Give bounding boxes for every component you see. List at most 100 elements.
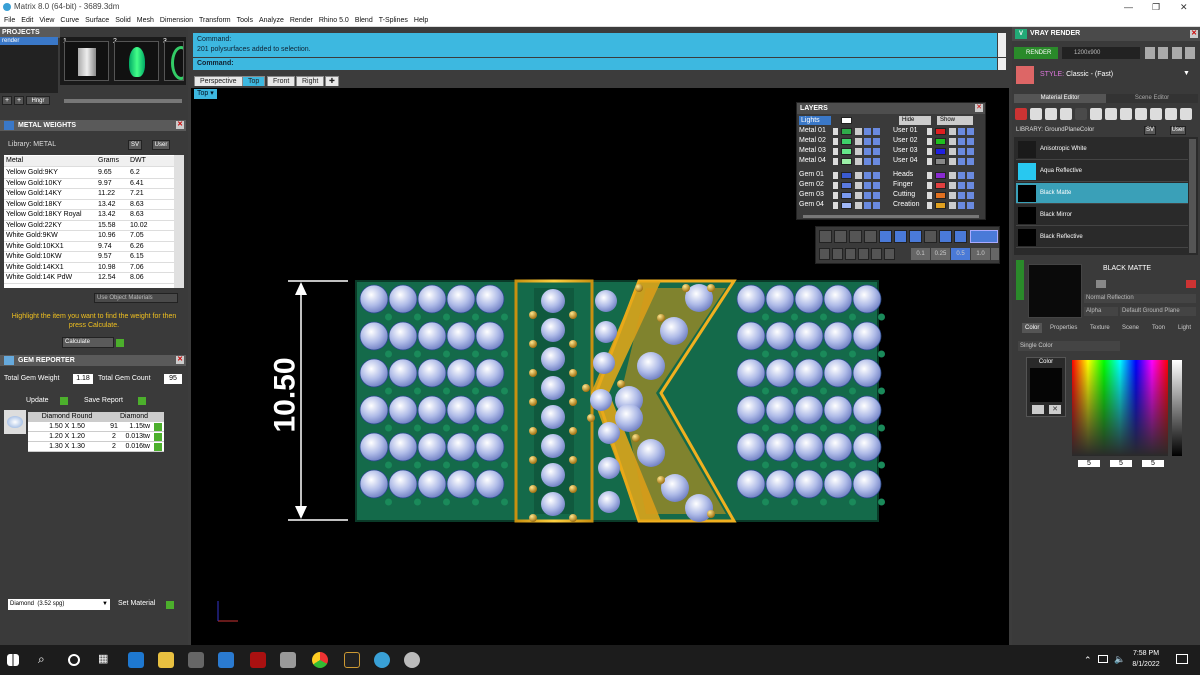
matrix-app-icon[interactable] bbox=[374, 652, 390, 668]
tab-color[interactable]: Color bbox=[1022, 323, 1043, 333]
layer-lock-icon[interactable] bbox=[855, 158, 862, 165]
snap-tool-icon[interactable] bbox=[909, 230, 922, 243]
layer-name[interactable]: Creation bbox=[893, 201, 919, 208]
layer-bulb-icon[interactable] bbox=[864, 172, 871, 179]
render-option-icon[interactable] bbox=[1172, 47, 1182, 59]
update-go-icon[interactable] bbox=[60, 397, 68, 405]
table-row[interactable]: White Gold:10KW 9.57 6.15 bbox=[4, 252, 174, 263]
sv-button[interactable]: SV bbox=[128, 140, 142, 150]
material-tool-icon[interactable] bbox=[1165, 108, 1177, 120]
layer-name[interactable]: User 02 bbox=[893, 137, 918, 144]
layer-lock-icon[interactable] bbox=[855, 202, 862, 209]
table-row[interactable]: Yellow Gold:10KY 9.97 6.41 bbox=[4, 178, 174, 189]
chevron-down-icon[interactable]: ▼ bbox=[1183, 70, 1190, 77]
layer-lock-icon[interactable] bbox=[949, 138, 956, 145]
layer-color-swatch[interactable] bbox=[935, 138, 946, 145]
layer-bulb-icon[interactable] bbox=[958, 182, 965, 189]
layer-color-swatch[interactable] bbox=[935, 182, 946, 189]
render-option-icon[interactable] bbox=[1145, 47, 1155, 59]
layer-print-icon[interactable] bbox=[873, 138, 880, 145]
close-icon[interactable]: ✕ bbox=[1180, 0, 1188, 14]
snap-tool-icon[interactable] bbox=[939, 230, 952, 243]
menu-tsplines[interactable]: T-Splines bbox=[379, 14, 408, 26]
minimize-icon[interactable]: — bbox=[1124, 0, 1133, 14]
layer-color-swatch[interactable] bbox=[935, 148, 946, 155]
layer-bulb-icon[interactable] bbox=[864, 192, 871, 199]
material-item[interactable]: Black Mirror bbox=[1016, 205, 1188, 226]
menu-edit[interactable]: Edit bbox=[21, 14, 33, 26]
projects-scrollbar[interactable] bbox=[64, 99, 182, 103]
material-tool-icon[interactable] bbox=[1060, 108, 1072, 120]
layer-expand-icon[interactable] bbox=[833, 148, 838, 155]
close-icon[interactable]: ✕ bbox=[975, 104, 983, 112]
menu-blend[interactable]: Blend bbox=[355, 14, 373, 26]
table-row[interactable]: Yellow Gold:9KY 9.65 6.2 bbox=[4, 168, 174, 179]
layer-expand-icon[interactable] bbox=[927, 192, 932, 199]
layer-expand-icon[interactable] bbox=[833, 128, 838, 135]
layer-print-icon[interactable] bbox=[967, 202, 974, 209]
material-tool-icon[interactable] bbox=[1030, 108, 1042, 120]
menu-mesh[interactable]: Mesh bbox=[137, 14, 154, 26]
save-report-go-icon[interactable] bbox=[138, 397, 146, 405]
layer-bulb-icon[interactable] bbox=[864, 158, 871, 165]
snap-tool-icon[interactable] bbox=[864, 230, 877, 243]
command-prompt[interactable]: Command: bbox=[193, 58, 997, 70]
color-swatch[interactable] bbox=[1030, 368, 1062, 402]
tab-material-editor[interactable]: Material Editor bbox=[1014, 94, 1106, 103]
material-tool-icon[interactable] bbox=[1105, 108, 1117, 120]
table-row[interactable]: 1.30 X 1.30 2 0.016tw bbox=[28, 442, 164, 452]
layer-bulb-icon[interactable] bbox=[864, 148, 871, 155]
user-button[interactable]: User bbox=[152, 140, 170, 150]
material-tool-icon[interactable] bbox=[1135, 108, 1147, 120]
clock[interactable]: 7:58 PM 8/1/2022 bbox=[1126, 648, 1166, 670]
grid-tool-icon[interactable] bbox=[845, 248, 856, 260]
layer-name[interactable]: Gem 03 bbox=[799, 191, 824, 198]
clear-color-icon[interactable]: ✕ bbox=[1049, 405, 1061, 414]
menu-curve[interactable]: Curve bbox=[60, 14, 79, 26]
use-object-materials-dropdown[interactable]: Use Object Materials bbox=[94, 293, 178, 303]
layer-expand-icon[interactable] bbox=[927, 172, 932, 179]
layer-print-icon[interactable] bbox=[967, 128, 974, 135]
color-picker-field[interactable] bbox=[1072, 360, 1168, 456]
tab-properties[interactable]: Properties bbox=[1050, 323, 1077, 333]
project-item[interactable]: render bbox=[0, 37, 58, 45]
layer-bulb-icon[interactable] bbox=[864, 202, 871, 209]
thumbnail-2[interactable] bbox=[114, 41, 159, 81]
layer-name[interactable]: Metal 01 bbox=[799, 127, 826, 134]
grid-tool-icon[interactable] bbox=[884, 248, 895, 260]
layer-name[interactable]: Finger bbox=[893, 181, 913, 188]
layer-color-swatch[interactable] bbox=[841, 158, 852, 165]
layer-name[interactable]: User 01 bbox=[893, 127, 918, 134]
layer-lock-icon[interactable] bbox=[855, 172, 862, 179]
chrome-icon[interactable] bbox=[312, 652, 328, 668]
layer-bulb-icon[interactable] bbox=[958, 158, 965, 165]
brightness-slider[interactable] bbox=[1172, 360, 1182, 456]
table-row[interactable]: White Gold:9KW 10.96 7.05 bbox=[4, 231, 174, 242]
layer-color-swatch[interactable] bbox=[841, 172, 852, 179]
layer-name[interactable]: Gem 02 bbox=[799, 181, 824, 188]
command-scrollbar[interactable] bbox=[998, 58, 1006, 70]
layer-color-swatch[interactable] bbox=[935, 202, 946, 209]
tray-chevron-icon[interactable]: ⌃ bbox=[1084, 655, 1092, 666]
layer-expand-icon[interactable] bbox=[833, 138, 838, 145]
tab-perspective[interactable]: Perspective bbox=[194, 76, 243, 86]
layer-name[interactable]: User 04 bbox=[893, 157, 918, 164]
layer-name[interactable]: Heads bbox=[893, 171, 913, 178]
network-icon[interactable] bbox=[1098, 655, 1108, 663]
snap-more-icon[interactable] bbox=[991, 248, 999, 260]
layer-name[interactable]: Gem 04 bbox=[799, 201, 824, 208]
material-tool-icon[interactable] bbox=[1180, 108, 1192, 120]
calculate-button[interactable]: Calculate bbox=[62, 337, 114, 348]
layer-lock-icon[interactable] bbox=[949, 192, 956, 199]
command-scrollbar[interactable] bbox=[998, 33, 1006, 57]
layer-print-icon[interactable] bbox=[873, 128, 880, 135]
layer-expand-icon[interactable] bbox=[833, 182, 838, 189]
layer-lock-icon[interactable] bbox=[855, 182, 862, 189]
menu-view[interactable]: View bbox=[39, 14, 54, 26]
lights-layer[interactable]: Lights bbox=[799, 116, 831, 125]
eyedropper-icon[interactable] bbox=[1032, 405, 1044, 414]
layer-print-icon[interactable] bbox=[873, 182, 880, 189]
material-item[interactable]: Black Reflective bbox=[1016, 227, 1188, 248]
layer-bulb-icon[interactable] bbox=[958, 138, 965, 145]
render-button[interactable]: RENDER bbox=[1014, 47, 1058, 59]
